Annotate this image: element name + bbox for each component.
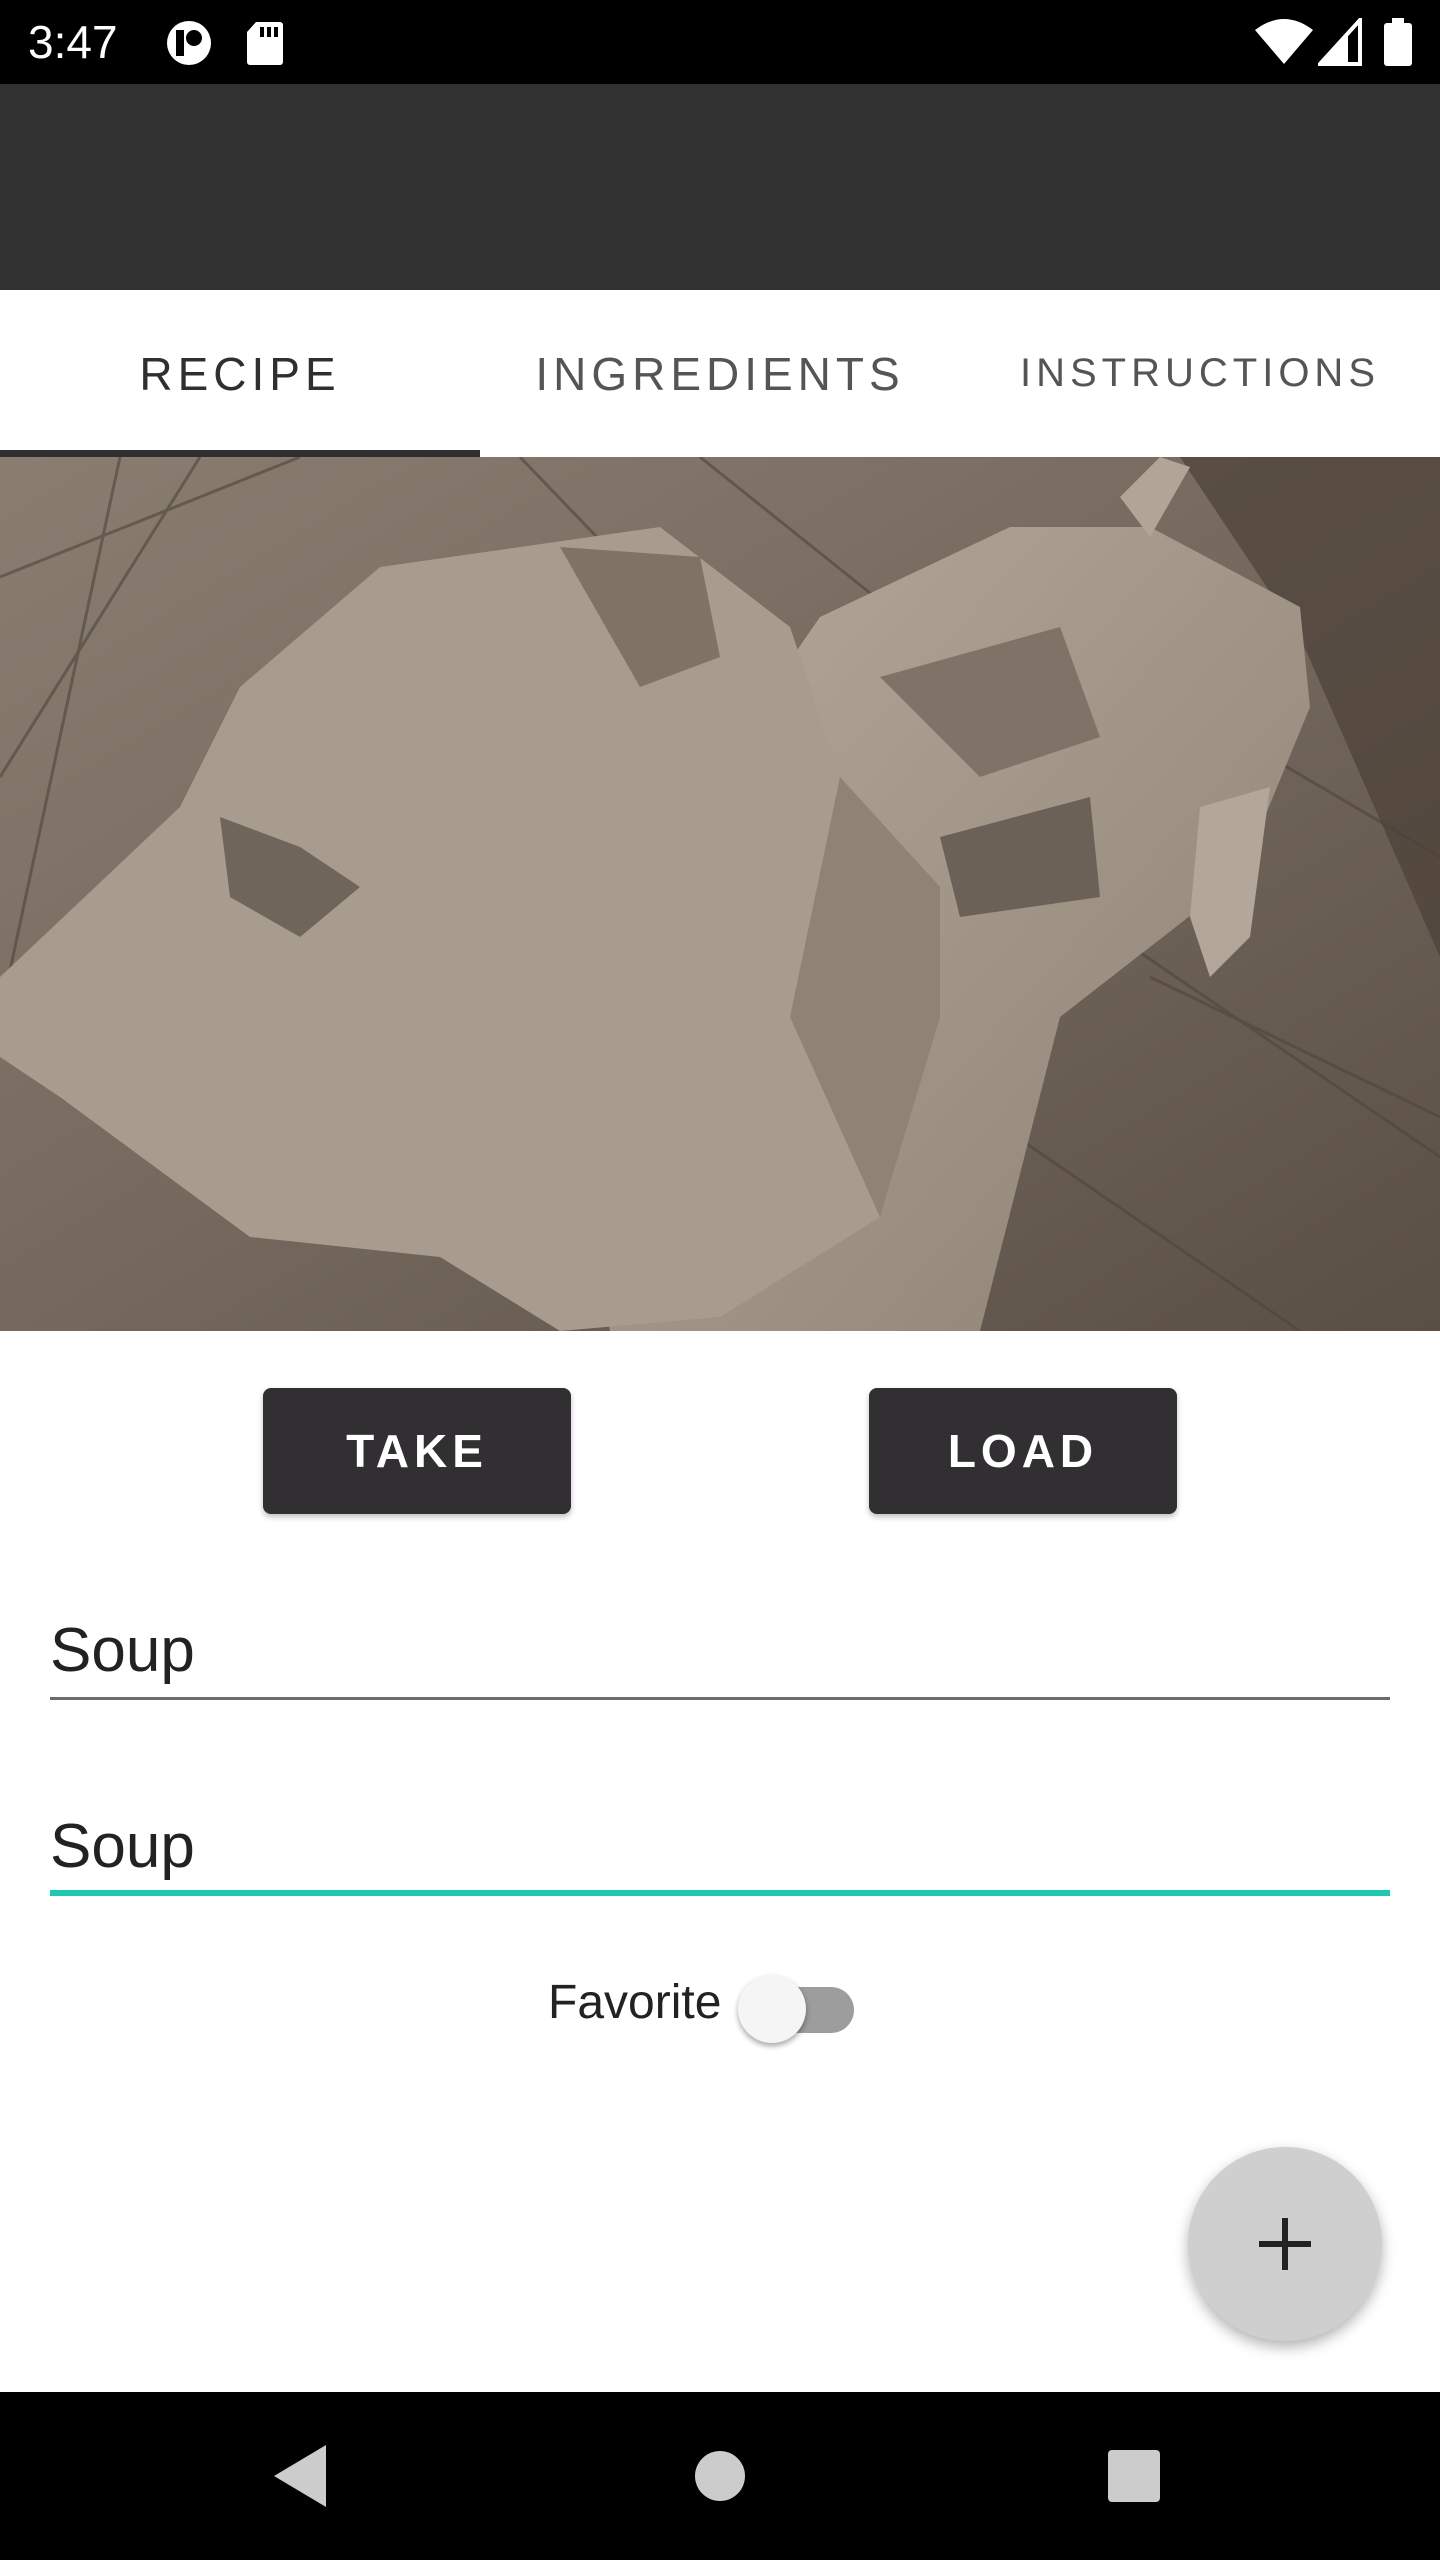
home-button[interactable]	[620, 2392, 820, 2560]
battery-icon	[1384, 18, 1412, 66]
recipe-description-value: Soup	[50, 1812, 195, 1881]
load-photo-label: LOAD	[947, 1425, 1099, 1477]
recipe-name-underline	[50, 1697, 1390, 1700]
tab-bar: RECIPE INGREDIENTS INSTRUCTIONS	[0, 290, 1440, 457]
recents-icon	[1108, 2450, 1160, 2502]
tab-ingredients[interactable]: INGREDIENTS	[480, 290, 960, 457]
plus-icon	[1259, 2218, 1311, 2270]
tab-recipe[interactable]: RECIPE	[0, 290, 480, 457]
tab-ingredients-label: INGREDIENTS	[535, 347, 905, 400]
recipe-description-field[interactable]: Soup	[50, 1786, 1390, 1896]
navigation-bar	[0, 2392, 1440, 2560]
tab-recipe-label: RECIPE	[139, 347, 341, 400]
favorite-label: Favorite	[548, 1976, 722, 2029]
recipe-name-field[interactable]: Soup	[50, 1590, 1390, 1700]
recipe-photo	[0, 457, 1440, 1331]
take-photo-label: TAKE	[346, 1425, 488, 1477]
add-fab-button[interactable]	[1188, 2147, 1382, 2341]
tab-instructions-label: INSTRUCTIONS	[1020, 351, 1380, 395]
dog-photo	[0, 457, 1440, 1331]
back-button[interactable]	[200, 2392, 400, 2560]
app-notification-icon	[167, 21, 211, 65]
take-photo-button[interactable]: TAKE	[263, 1388, 571, 1514]
sd-card-icon	[247, 22, 283, 65]
home-icon	[695, 2451, 745, 2501]
recipe-description-underline	[50, 1890, 1390, 1896]
wifi-icon	[1255, 19, 1313, 64]
recipe-name-value: Soup	[50, 1616, 195, 1685]
tab-instructions[interactable]: INSTRUCTIONS	[960, 290, 1440, 457]
cell-signal-icon	[1318, 18, 1362, 66]
favorite-switch-thumb	[738, 1975, 806, 2043]
back-icon	[274, 2445, 326, 2507]
favorite-switch[interactable]	[738, 1975, 856, 2043]
status-time: 3:47	[28, 16, 118, 68]
tab-indicator	[0, 450, 480, 457]
app-bar	[0, 84, 1440, 290]
status-bar: 3:47	[0, 0, 1440, 84]
recents-button[interactable]	[1034, 2392, 1234, 2560]
load-photo-button[interactable]: LOAD	[869, 1388, 1177, 1514]
